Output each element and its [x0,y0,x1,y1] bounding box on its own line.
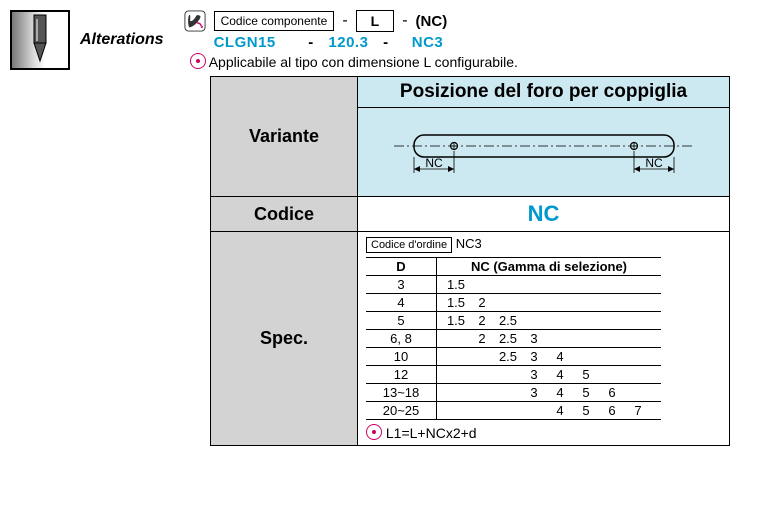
example-l: 120.3 [318,34,378,51]
nc-paren: (NC) [416,13,448,30]
nc-values: 1.522.5 [437,312,662,330]
d-value: 20~25 [366,402,437,420]
d-value: 6, 8 [366,330,437,348]
nc-values: 3456 [437,384,662,402]
variant-diagram-cell: NC NC [358,108,730,197]
main-table: Variante Posizione del foro per coppigli… [210,76,730,446]
formula-text: L1=L+NCx2+d [386,425,477,441]
diag-nc-left: NC [425,156,443,170]
nc-code-value: NC [358,197,730,232]
header-row: Alterations Codice componente - L - (NC)… [10,10,748,70]
variante-label: Variante [211,77,358,197]
nc-range-header: NC (Gamma di selezione) [437,258,662,276]
d-value: 3 [366,276,437,294]
example-nc: NC3 [393,34,443,51]
l-box: L [356,10,395,32]
header-block: Codice componente - L - (NC) CLGN15 - 12… [184,10,748,70]
hole-position-diagram: NC NC [384,121,704,181]
nc-values: 1.52 [437,294,662,312]
example-code: CLGN15 [214,34,304,51]
d-value: 5 [366,312,437,330]
diag-nc-right: NC [645,156,663,170]
d-value: 12 [366,366,437,384]
formula-line: L1=L+NCx2+d [366,424,721,441]
d-value: 13~18 [366,384,437,402]
target-icon [190,53,206,69]
nc-values: 4567 [437,402,662,420]
d-value: 4 [366,294,437,312]
nc-values: 345 [437,366,662,384]
phone-icon [184,10,206,32]
nc-values: 2.534 [437,348,662,366]
dash-1: - [342,12,347,30]
nc-values: 22.53 [437,330,662,348]
codice-ordine-value: NC3 [456,236,482,251]
spec-data-table: D NC (Gamma di selezione) 31.541.5251.52… [366,257,661,420]
d-header: D [366,258,437,276]
spec-cell: Codice d'ordine NC3 D NC (Gamma di selez… [358,232,730,446]
note-line: Applicabile al tipo con dimensione L con… [190,53,748,70]
nc-values: 1.5 [437,276,662,294]
spec-label: Spec. [211,232,358,446]
alterations-icon [10,10,70,70]
code-template-line: Codice componente - L - (NC) [184,10,748,32]
target-icon-2 [366,424,382,440]
codice-ordine-box: Codice d'ordine [366,237,452,253]
dash-2: - [402,12,407,30]
note-text: Applicabile al tipo con dimensione L con… [209,54,518,70]
codice-label: Codice [211,197,358,232]
posizione-header: Posizione del foro per coppiglia [358,77,730,108]
example-line: CLGN15 - 120.3 - NC3 [214,34,748,51]
codice-componente-box: Codice componente [214,11,335,31]
d-value: 10 [366,348,437,366]
spec-order-line: Codice d'ordine NC3 [366,236,721,253]
alterations-label: Alterations [80,31,164,49]
